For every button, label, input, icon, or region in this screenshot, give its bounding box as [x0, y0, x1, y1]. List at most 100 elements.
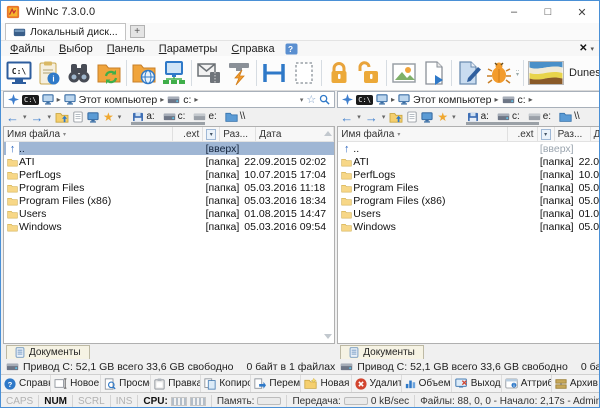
menu-select[interactable]: Выбор [52, 43, 100, 55]
chevron-right-icon[interactable]: ▸ [391, 95, 395, 104]
tab-local-disk[interactable]: Локальный диск... [5, 23, 126, 40]
compress-button[interactable] [224, 58, 254, 88]
file-row[interactable]: Program Files [папка] 05.03.2016 11:18 [338, 181, 600, 194]
file-row[interactable]: Program Files (x86) [папка] 05.03.2016 1… [338, 194, 600, 207]
column-header-name[interactable]: Имя файла▾ [4, 127, 173, 141]
back-button[interactable]: ← [6, 111, 19, 124]
drive-e-button[interactable]: e: [190, 111, 219, 122]
document-list-button[interactable] [73, 111, 83, 123]
favorite-star-icon[interactable]: ☆ [306, 93, 316, 106]
column-header-date[interactable]: Дата [256, 127, 334, 141]
column-header-date[interactable]: Дата [591, 127, 600, 141]
chevron-right-icon[interactable]: ▸ [160, 95, 164, 104]
breadcrumb-drive[interactable]: c: [518, 94, 526, 106]
back-history-icon[interactable]: ▾ [23, 113, 27, 121]
forward-history-icon[interactable]: ▾ [382, 113, 386, 121]
drive-scrollbar[interactable] [131, 122, 205, 125]
fn-attributes-button[interactable]: iАттрибу [502, 375, 552, 392]
lock-button[interactable] [324, 58, 354, 88]
file-row[interactable]: Users [папка] 01.08.2015 14:47 [4, 207, 334, 220]
menu-help[interactable]: Справка [224, 43, 281, 55]
close-panel-icon[interactable]: ✕ [579, 43, 587, 54]
file-row[interactable]: Windows [папка] 05.03.2016 09:54 [4, 220, 334, 233]
new-tab-button[interactable]: + [130, 25, 145, 38]
fn-move-button[interactable]: Переме [251, 375, 301, 392]
documents-tab[interactable]: Документы [6, 345, 90, 359]
web-folder-button[interactable] [129, 58, 159, 88]
file-row[interactable]: PerfLogs [папка] 10.07.2015 17:04 [338, 168, 600, 181]
folder-up-button[interactable] [389, 111, 403, 123]
fn-copy-button[interactable]: Копиров [201, 375, 251, 392]
file-row-up[interactable]: ↑ .. [вверх] [338, 142, 600, 155]
close-button[interactable]: ✕ [565, 1, 599, 23]
forward-button[interactable]: → [31, 111, 44, 124]
fn-help-button[interactable]: ?Справка [1, 375, 51, 392]
file-row[interactable]: Program Files (x86) [папка] 05.03.2016 1… [4, 194, 334, 207]
run-file-button[interactable] [419, 58, 449, 88]
column-header-ext[interactable]: .ext [173, 127, 203, 141]
drive-scrollbar[interactable] [466, 122, 540, 125]
file-row-up[interactable]: ↑ .. [вверх] [4, 142, 334, 155]
minimize-button[interactable]: – [497, 1, 531, 23]
drive-a-button[interactable]: a: [129, 111, 157, 122]
network-drive-button[interactable]: \\ [222, 111, 249, 122]
scroll-down-icon[interactable] [324, 334, 332, 339]
path-bar[interactable]: C:\ ▸ Этот компьютер ▸ c: ▸ ▾ ☆ [337, 91, 600, 108]
breadcrumb-drive[interactable]: c: [183, 94, 191, 106]
favorites-button[interactable]: ★ [103, 111, 114, 123]
network-drive-button[interactable]: \\ [556, 111, 583, 122]
back-button[interactable]: ← [340, 111, 353, 124]
debug-button[interactable] [484, 58, 514, 88]
fn-delete-button[interactable]: Удалить [352, 375, 402, 392]
goto-drive-button[interactable]: C:\ [4, 58, 34, 88]
back-history-icon[interactable]: ▾ [357, 113, 361, 121]
column-header-name[interactable]: Имя файла▾ [338, 127, 507, 141]
chevron-right-icon[interactable]: ▸ [529, 95, 533, 104]
toolbar-handle-icon[interactable]: ‥▾ [514, 68, 521, 78]
maximize-button[interactable]: □ [531, 1, 565, 23]
single-panel-button[interactable] [289, 58, 319, 88]
clipboard-info-button[interactable]: i [34, 58, 64, 88]
fn-rename-button[interactable]: Новое и [51, 375, 101, 392]
image-viewer-button[interactable] [389, 58, 419, 88]
forward-button[interactable]: → [365, 111, 378, 124]
fn-new-folder-button[interactable]: Новая п [301, 375, 351, 392]
path-bar[interactable]: C:\ ▸ Этот компьютер ▸ c: ▸ ▾ ☆ [3, 91, 335, 108]
file-row[interactable]: ATI [папка] 22.09.2015 02:02 [4, 155, 334, 168]
history-dropdown-icon[interactable]: ▾ [300, 96, 304, 104]
file-row[interactable]: Windows [папка] 05.03.2016 09:54 [338, 220, 600, 233]
favorites-button[interactable]: ★ [437, 111, 448, 123]
filter-dropdown[interactable]: ▾ [538, 127, 555, 141]
file-row[interactable]: Users [папка] 01.08.2015 14:47 [338, 207, 600, 220]
edit-file-button[interactable] [454, 58, 484, 88]
drive-a-button[interactable]: a: [464, 111, 492, 122]
breadcrumb-computer[interactable]: Этот компьютер [413, 94, 492, 106]
drive-c-button[interactable]: c: [494, 111, 523, 122]
overflow-caret-icon[interactable]: ▾ [590, 45, 594, 53]
refresh-folder-button[interactable] [94, 58, 124, 88]
menu-files[interactable]: Файлы [3, 43, 52, 55]
search-icon[interactable] [319, 94, 330, 105]
network-button[interactable] [159, 58, 189, 88]
favorites-dropdown-icon[interactable]: ▾ [118, 113, 122, 121]
console-icon[interactable]: C:\ [356, 95, 373, 105]
documents-tab[interactable]: Документы [340, 345, 424, 359]
menu-panel[interactable]: Панель [100, 43, 152, 55]
filter-dropdown[interactable]: ▾ [203, 127, 220, 141]
fn-edit-button[interactable]: Правка ( [151, 375, 201, 392]
document-list-button[interactable] [407, 111, 417, 123]
column-header-size[interactable]: Раз... [555, 127, 591, 141]
chevron-right-icon[interactable]: ▸ [194, 95, 198, 104]
fn-archive-button[interactable]: Архив (F [552, 375, 600, 392]
desktop-button[interactable] [421, 112, 433, 123]
desktop-button[interactable] [87, 112, 99, 123]
fn-exit-button[interactable]: Выход (F [452, 375, 502, 392]
pin-star-icon[interactable] [8, 94, 19, 105]
drive-c-button[interactable]: c: [160, 111, 189, 122]
file-row[interactable]: Program Files [папка] 05.03.2016 11:18 [4, 181, 334, 194]
title-bar[interactable]: WinNc 7.3.0.0 – □ ✕ [1, 1, 599, 23]
scroll-up-icon[interactable] [324, 131, 332, 136]
chevron-right-icon[interactable]: ▸ [57, 95, 61, 104]
pin-star-icon[interactable] [342, 94, 353, 105]
folder-up-button[interactable] [55, 111, 69, 123]
